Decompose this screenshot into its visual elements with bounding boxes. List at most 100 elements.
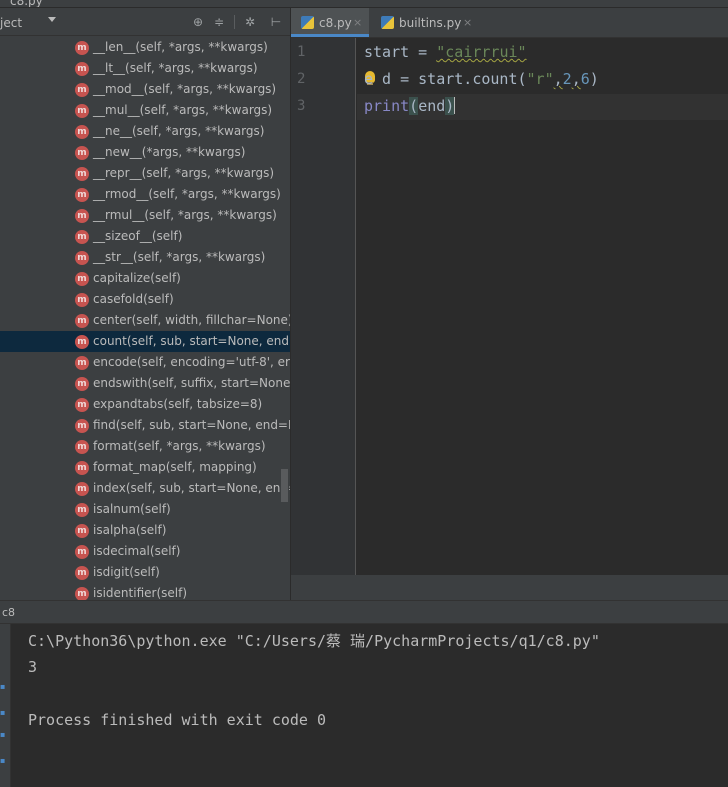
tree-item[interactable]: m __rmod__(self, *args, **kwargs) bbox=[0, 184, 290, 205]
code-token: , bbox=[553, 70, 563, 88]
tree-item[interactable]: m isalnum(self) bbox=[0, 499, 290, 520]
tree-item[interactable]: m count(self, sub, start=None, end=None) bbox=[0, 331, 290, 352]
tree-item-label: capitalize(self) bbox=[93, 271, 181, 285]
tree-item[interactable]: m encode(self, encoding='utf-8', errors='… bbox=[0, 352, 290, 373]
brace-match: ( bbox=[409, 97, 419, 115]
collapse-icon[interactable]: ≑ bbox=[212, 15, 226, 29]
tab-c8[interactable]: c8.py × bbox=[291, 8, 369, 37]
method-icon: m bbox=[75, 62, 89, 76]
tree-item[interactable]: m __rmul__(self, *args, **kwargs) bbox=[0, 205, 290, 226]
tree-item[interactable]: m isalpha(self) bbox=[0, 520, 290, 541]
method-icon: m bbox=[75, 377, 89, 391]
tree-item-label: find(self, sub, start=None, end=None) bbox=[93, 418, 290, 432]
tree-item-label: __ne__(self, *args, **kwargs) bbox=[93, 124, 265, 138]
close-icon[interactable]: × bbox=[463, 16, 472, 29]
rerun-icon[interactable]: ▪ bbox=[0, 682, 6, 692]
tree-item[interactable]: m isidentifier(self) bbox=[0, 583, 290, 600]
tree-item-label: expandtabs(self, tabsize=8) bbox=[93, 397, 263, 411]
hide-icon[interactable]: ⊢ bbox=[269, 15, 283, 29]
code-token: = bbox=[409, 43, 437, 61]
tree-item-label: isidentifier(self) bbox=[93, 586, 187, 600]
tree-item[interactable]: m __mod__(self, *args, **kwargs) bbox=[0, 79, 290, 100]
tree-item[interactable]: m __lt__(self, *args, **kwargs) bbox=[0, 58, 290, 79]
sync-icon[interactable]: ⊕ bbox=[191, 15, 205, 29]
tree-item[interactable]: m __new__(*args, **kwargs) bbox=[0, 142, 290, 163]
tree-item-label: center(self, width, fillchar=None) bbox=[93, 313, 290, 327]
code-token: ) bbox=[589, 70, 599, 88]
tree-item[interactable]: m casefold(self) bbox=[0, 289, 290, 310]
tree-item[interactable]: m expandtabs(self, tabsize=8) bbox=[0, 394, 290, 415]
tree-item[interactable]: m index(self, sub, start=None, end=None) bbox=[0, 478, 290, 499]
code-token: ( bbox=[517, 70, 527, 88]
tree-item[interactable]: m format(self, *args, **kwargs) bbox=[0, 436, 290, 457]
console-line: 3 bbox=[28, 658, 38, 676]
tree-item-label: endswith(self, suffix, start=None, end=N… bbox=[93, 376, 290, 390]
method-icon: m bbox=[75, 272, 89, 286]
method-icon: m bbox=[75, 587, 89, 600]
run-console[interactable]: C:\Python36\python.exe "C:/Users/蔡 瑞/Pyc… bbox=[12, 624, 728, 787]
breadcrumb-file[interactable]: c8.py bbox=[10, 0, 43, 7]
tree-item[interactable]: m isdigit(self) bbox=[0, 562, 290, 583]
method-icon: m bbox=[75, 104, 89, 118]
editor-tabs: c8.py × builtins.py × bbox=[291, 8, 728, 38]
structure-tree: m __len__(self, *args, **kwargs) m __lt__(s… bbox=[0, 37, 290, 600]
tree-item-label: __str__(self, *args, **kwargs) bbox=[93, 250, 266, 264]
pin-icon[interactable]: ▪ bbox=[0, 730, 6, 740]
wrap-icon[interactable]: ▪ bbox=[0, 756, 6, 766]
tree-item-label: __lt__(self, *args, **kwargs) bbox=[93, 61, 258, 75]
tree-item[interactable]: m __len__(self, *args, **kwargs) bbox=[0, 37, 290, 58]
code-editor[interactable]: start = "cairrrui" ed = start.count("r",… bbox=[357, 38, 728, 575]
breadcrumb: c8.py bbox=[0, 0, 728, 8]
editor-status-strip bbox=[291, 575, 728, 600]
tree-item[interactable]: m endswith(self, suffix, start=None, end=… bbox=[0, 373, 290, 394]
tree-item-label: format_map(self, mapping) bbox=[93, 460, 257, 474]
string-literal: "r" bbox=[526, 70, 554, 88]
tree-item-label: casefold(self) bbox=[93, 292, 174, 306]
tree-item[interactable]: m __sizeof__(self) bbox=[0, 226, 290, 247]
tree-item[interactable]: m format_map(self, mapping) bbox=[0, 457, 290, 478]
tab-builtins[interactable]: builtins.py × bbox=[371, 8, 475, 37]
code-line-3[interactable]: print(end) bbox=[364, 97, 456, 115]
tab-label: builtins.py bbox=[399, 16, 462, 30]
tree-item[interactable]: m center(self, width, fillchar=None) bbox=[0, 310, 290, 331]
project-panel-title[interactable]: ject bbox=[0, 16, 22, 30]
editor-gutter: 1 2 3 bbox=[291, 38, 356, 575]
tree-item-label: isdigit(self) bbox=[93, 565, 160, 579]
method-icon: m bbox=[75, 167, 89, 181]
tree-item[interactable]: m __str__(self, *args, **kwargs) bbox=[0, 247, 290, 268]
line-number: 1 bbox=[297, 44, 306, 60]
tree-item[interactable]: m __ne__(self, *args, **kwargs) bbox=[0, 121, 290, 142]
run-config-tab[interactable]: c8 bbox=[2, 606, 15, 619]
code-token: end bbox=[418, 97, 446, 115]
method-icon: m bbox=[75, 440, 89, 454]
tree-item-label: __new__(*args, **kwargs) bbox=[93, 145, 246, 159]
code-token: , bbox=[571, 70, 581, 88]
stop-icon[interactable]: ▪ bbox=[0, 708, 6, 718]
code-line-1[interactable]: start = "cairrrui" bbox=[364, 43, 527, 61]
line-number: 2 bbox=[297, 71, 306, 87]
project-panel: ject ⊕ ≑ ✲ ⊢ m __len__(self, *args, **kwa… bbox=[0, 8, 290, 600]
tree-item[interactable]: m __mul__(self, *args, **kwargs) bbox=[0, 100, 290, 121]
method-icon: m bbox=[75, 314, 89, 328]
tree-item[interactable]: m find(self, sub, start=None, end=None) bbox=[0, 415, 290, 436]
code-line-2[interactable]: ed = start.count("r",2,6) bbox=[364, 70, 599, 88]
toolbar-divider bbox=[234, 15, 235, 29]
tree-scrollbar[interactable] bbox=[281, 469, 288, 502]
method-icon: m bbox=[75, 83, 89, 97]
method-icon: m bbox=[75, 566, 89, 580]
tree-item[interactable]: m capitalize(self) bbox=[0, 268, 290, 289]
tree-item[interactable]: m __repr__(self, *args, **kwargs) bbox=[0, 163, 290, 184]
tree-item-label: __repr__(self, *args, **kwargs) bbox=[93, 166, 275, 180]
number-literal: 6 bbox=[580, 70, 590, 88]
method-icon: m bbox=[75, 398, 89, 412]
tree-item-label: encode(self, encoding='utf-8', errors='s… bbox=[93, 355, 290, 369]
code-token: count bbox=[472, 70, 518, 88]
method-icon: m bbox=[75, 419, 89, 433]
tree-item[interactable]: m isdecimal(self) bbox=[0, 541, 290, 562]
run-panel-header: c8 bbox=[0, 600, 728, 624]
console-line: C:\Python36\python.exe "C:/Users/蔡 瑞/Pyc… bbox=[28, 632, 600, 650]
chevron-down-icon[interactable] bbox=[48, 17, 56, 22]
close-icon[interactable]: × bbox=[353, 16, 362, 29]
gear-icon[interactable]: ✲ bbox=[243, 15, 257, 29]
string-literal: "cairrrui" bbox=[436, 43, 527, 61]
